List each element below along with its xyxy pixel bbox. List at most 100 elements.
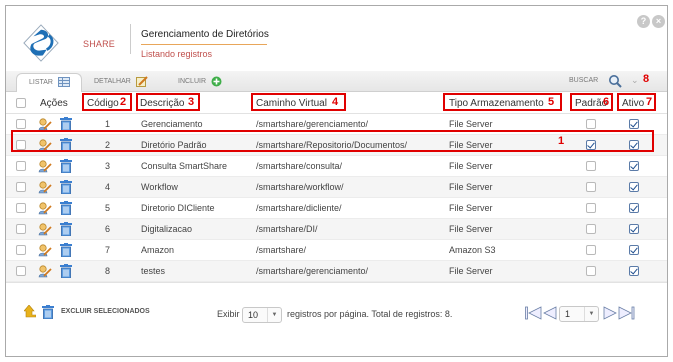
list-icon (57, 77, 70, 88)
cell-caminho: /smartshare/consulta/ (256, 161, 343, 171)
cell-descricao: Digitalizacao (141, 224, 193, 234)
annotation-7: 7 (646, 96, 653, 108)
trash-icon[interactable] (60, 159, 72, 175)
annotation-5: 5 (548, 96, 555, 108)
annotation-3: 3 (188, 96, 195, 108)
table-row[interactable]: 5 Diretorio DICliente/smartshare/diclient… (6, 198, 667, 219)
add-icon (211, 76, 222, 87)
trash-icon[interactable] (60, 243, 72, 259)
trash-icon[interactable] (60, 222, 72, 238)
per-page-select[interactable]: 10 ▼ (242, 307, 282, 323)
cell-codigo: 1 (105, 119, 111, 129)
search-label[interactable]: BUSCAR (569, 77, 598, 84)
trash-icon[interactable] (60, 264, 72, 280)
cell-caminho: /smartshare/gerenciamento/ (256, 119, 369, 129)
ativo-checkbox[interactable] (629, 245, 639, 255)
padrao-checkbox[interactable] (586, 224, 596, 234)
table-row[interactable]: 6 Digitalizacao/smartshare/DI/File Server (6, 219, 667, 240)
ativo-checkbox[interactable] (629, 119, 639, 129)
row-select-checkbox[interactable] (16, 203, 26, 213)
annotation-1: 1 (558, 135, 565, 147)
arrow-up-icon[interactable] (24, 305, 36, 318)
padrao-checkbox[interactable] (586, 203, 596, 213)
exibir-label: Exibir (217, 309, 240, 319)
table-row[interactable]: 4 Workflow/smartshare/workflow/File Serve… (6, 177, 667, 198)
padrao-checkbox[interactable] (586, 119, 596, 129)
tab-detalhar[interactable]: DETALHAR (94, 73, 148, 92)
table-row[interactable]: 3 Consulta SmartShare/smartshare/consulta… (6, 156, 667, 177)
trash-icon[interactable] (60, 180, 72, 196)
cell-descricao: Workflow (141, 182, 178, 192)
edit-icon[interactable] (38, 222, 52, 238)
annotation-8: 8 (643, 73, 650, 85)
cell-caminho: /smartshare/dicliente/ (256, 203, 342, 213)
help-icon[interactable]: ? (637, 15, 650, 28)
cell-tipo: File Server (449, 161, 493, 171)
chevron-down-icon: ▼ (584, 307, 598, 321)
ativo-checkbox[interactable] (629, 224, 639, 234)
cell-caminho: /smartshare/gerenciamento/ (256, 266, 369, 276)
cell-tipo: File Server (449, 224, 493, 234)
search-icon[interactable] (608, 74, 622, 88)
row-select-checkbox[interactable] (16, 245, 26, 255)
edit-icon[interactable] (38, 264, 52, 280)
chevron-down-icon: ▼ (267, 308, 281, 322)
close-icon[interactable]: × (652, 15, 665, 28)
first-page-icon[interactable] (525, 306, 542, 320)
cell-descricao: Gerenciamento (141, 119, 203, 129)
page-select[interactable]: 1 ▼ (559, 306, 599, 322)
chevron-down-icon[interactable]: ⌄ (631, 75, 639, 86)
edit-icon[interactable] (38, 180, 52, 196)
edit-icon[interactable] (38, 201, 52, 217)
ativo-checkbox[interactable] (629, 161, 639, 171)
cell-tipo: File Server (449, 203, 493, 213)
row-select-checkbox[interactable] (16, 119, 26, 129)
tab-incluir-label: INCLUIR (178, 78, 207, 85)
table-row[interactable]: 8 testes/smartshare/gerenciamento/File Se… (6, 261, 667, 282)
prev-page-icon[interactable] (543, 306, 557, 320)
page-subtitle: Listando registros (141, 49, 213, 59)
tab-listar-label: LISTAR (29, 79, 53, 86)
select-all-checkbox[interactable] (16, 98, 26, 108)
col-acoes: Ações (40, 98, 68, 109)
row-select-checkbox[interactable] (16, 161, 26, 171)
tab-bar: LISTAR DETALHAR INCLUIR BUSCAR ⌄ (6, 71, 667, 92)
cell-tipo: File Server (449, 182, 493, 192)
trash-icon[interactable] (42, 305, 54, 319)
tab-detalhar-label: DETALHAR (94, 78, 131, 85)
next-page-icon[interactable] (603, 306, 617, 320)
page-value: 1 (565, 309, 571, 319)
padrao-checkbox[interactable] (586, 182, 596, 192)
tab-listar[interactable]: LISTAR (16, 73, 82, 92)
ativo-checkbox[interactable] (629, 182, 639, 192)
ativo-checkbox[interactable] (629, 266, 639, 276)
tab-incluir[interactable]: INCLUIR (178, 73, 222, 92)
cell-codigo: 7 (105, 245, 111, 255)
page-title: Gerenciamento de Diretórios (141, 29, 269, 40)
window-header: SHARE Gerenciamento de Diretórios Listan… (6, 6, 667, 72)
per-page-value: 10 (248, 310, 259, 320)
cell-descricao: Consulta SmartShare (141, 161, 228, 171)
annotation-6: 6 (603, 96, 610, 108)
table-row[interactable]: 7 Amazon/smartshare/Amazon S3 (6, 240, 667, 261)
directory-manager-window: SHARE Gerenciamento de Diretórios Listan… (5, 5, 668, 357)
ativo-checkbox[interactable] (629, 203, 639, 213)
delete-selected-button[interactable]: EXCLUIR SELECIONADOS (61, 308, 150, 315)
row-select-checkbox[interactable] (16, 182, 26, 192)
padrao-checkbox[interactable] (586, 245, 596, 255)
edit-icon[interactable] (38, 159, 52, 175)
padrao-checkbox[interactable] (586, 161, 596, 171)
padrao-checkbox[interactable] (586, 266, 596, 276)
row-select-checkbox[interactable] (16, 224, 26, 234)
smartshare-logo (23, 24, 59, 62)
header-divider (130, 24, 131, 54)
edit-icon[interactable] (38, 243, 52, 259)
edit-icon (135, 75, 148, 87)
annotation-2: 2 (120, 96, 127, 108)
cell-descricao: testes (141, 266, 166, 276)
footer-divider (6, 282, 667, 283)
trash-icon[interactable] (60, 201, 72, 217)
cell-codigo: 8 (105, 266, 111, 276)
last-page-icon[interactable] (618, 306, 635, 320)
row-select-checkbox[interactable] (16, 266, 26, 276)
